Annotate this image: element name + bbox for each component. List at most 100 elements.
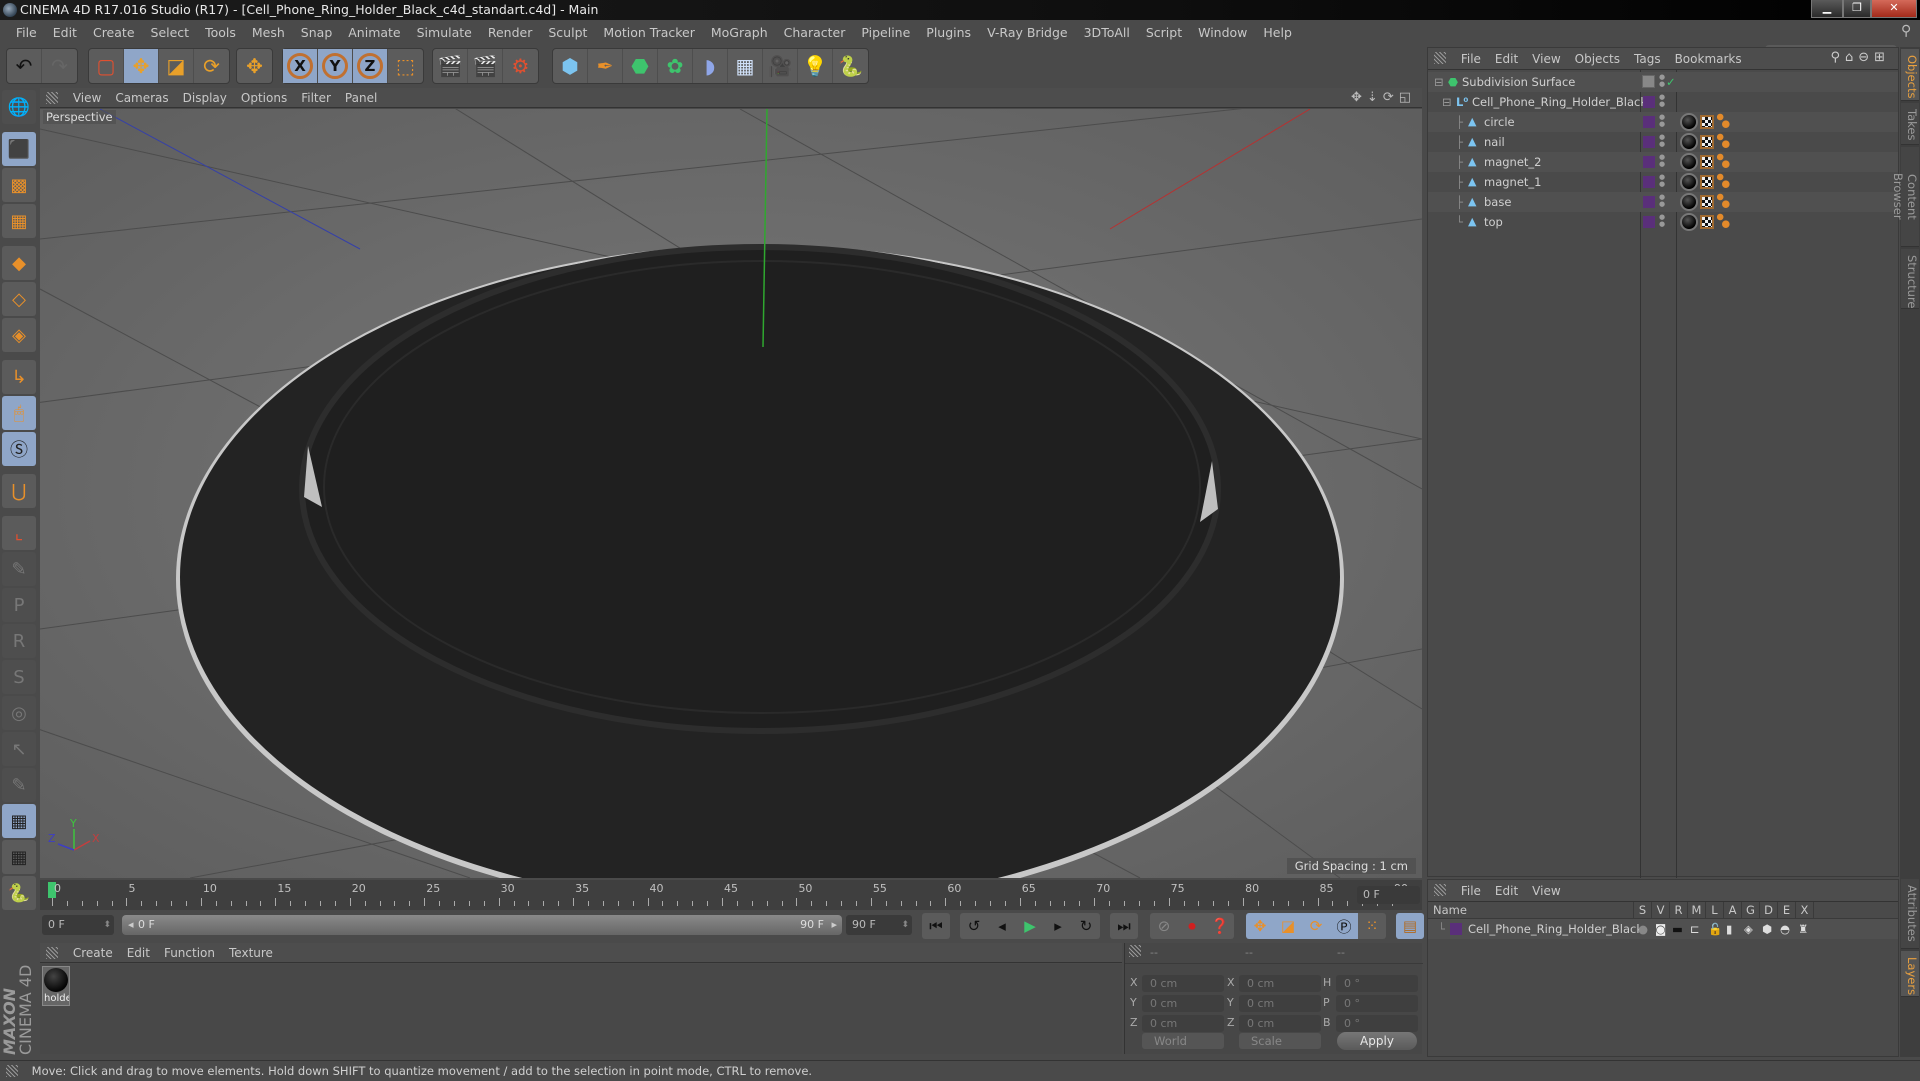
pen-spline-icon[interactable]: ✒ <box>588 49 623 83</box>
menu-character[interactable]: Character <box>776 21 854 45</box>
column-xref[interactable]: X <box>1796 902 1814 918</box>
layer-deformers-icon[interactable]: ⬢ <box>1762 919 1772 939</box>
render-view-icon[interactable]: 🎬 <box>433 49 468 83</box>
menu-window[interactable]: Window <box>1190 21 1255 45</box>
uvw-tag-icon[interactable] <box>1716 133 1730 149</box>
column-view[interactable]: V <box>1652 902 1670 918</box>
layer-expressions-icon[interactable]: ◓ <box>1780 919 1790 939</box>
om-menu-view[interactable]: View <box>1525 48 1567 70</box>
previous-key-icon[interactable]: ↺ <box>960 913 988 939</box>
texture-tag-icon[interactable] <box>1700 195 1714 209</box>
current-frame-field[interactable]: 0 F <box>1357 886 1420 904</box>
coordinate-mode-dropdown[interactable]: World <box>1142 1033 1224 1049</box>
viewport-menu-panel[interactable]: Panel <box>338 88 384 108</box>
layer-animation-icon[interactable]: ▮ <box>1726 919 1732 939</box>
next-key-icon[interactable]: ↻ <box>1072 913 1100 939</box>
undo-icon[interactable]: ↶ <box>7 49 42 83</box>
om-menu-file[interactable]: File <box>1454 48 1488 70</box>
size-z-field[interactable]: 0 cm <box>1239 1015 1321 1032</box>
next-frame-icon[interactable]: ▸ <box>1044 913 1072 939</box>
visibility-dots[interactable]: ● ● <box>1659 74 1665 88</box>
menu-tools[interactable]: Tools <box>197 21 244 45</box>
axis-mode-icon[interactable]: ↳ <box>2 360 36 394</box>
viewport-menu-cameras[interactable]: Cameras <box>108 88 175 108</box>
material-tag-icon[interactable] <box>1680 193 1698 211</box>
rot-p-field[interactable]: 0 ° <box>1336 995 1418 1012</box>
enabled-check-icon[interactable]: ✓ <box>1666 72 1676 92</box>
layer-manager-icon[interactable]: ⊏ <box>1690 919 1700 939</box>
light-icon[interactable]: 💡 <box>798 49 833 83</box>
texture-tag-icon[interactable] <box>1700 155 1714 169</box>
viewport-menu-options[interactable]: Options <box>234 88 294 108</box>
record-keys-icon[interactable]: ⏺ <box>1178 913 1206 939</box>
layer-color-swatch[interactable] <box>1643 136 1655 148</box>
layer-generators-icon[interactable]: ◈ <box>1744 919 1753 939</box>
workplane-icon[interactable]: 🌐 <box>2 90 36 124</box>
start-frame-field[interactable]: 0 F <box>42 915 114 935</box>
key-rotation-icon[interactable]: ⟳ <box>1302 913 1330 939</box>
points-mode-icon[interactable]: ◆ <box>2 246 36 280</box>
layer-xref-icon[interactable]: ♜ <box>1798 919 1808 939</box>
motion-path-icon[interactable]: ⊘ <box>1150 913 1178 939</box>
om-menu-bookmarks[interactable]: Bookmarks <box>1668 48 1749 70</box>
material-tag-icon[interactable] <box>1680 173 1698 191</box>
range-left-arrow-icon[interactable]: ◂ <box>128 915 134 935</box>
xpresso-psr-icon[interactable]: S <box>2 660 36 694</box>
key-pla-icon[interactable]: ⁙ <box>1358 913 1386 939</box>
redo-icon[interactable]: ↷ <box>42 49 77 83</box>
menu-snap[interactable]: Snap <box>293 21 340 45</box>
om-menu-objects[interactable]: Objects <box>1568 48 1627 70</box>
autokey-icon[interactable]: ❓ <box>1206 913 1234 939</box>
xpresso-r-icon[interactable]: R <box>2 624 36 658</box>
goto-start-icon[interactable]: ⏮ <box>922 913 950 939</box>
menu-select[interactable]: Select <box>143 21 198 45</box>
menu-mesh[interactable]: Mesh <box>244 21 293 45</box>
layer-lock-icon[interactable]: 🔓 <box>1708 919 1722 939</box>
layer-view-icon[interactable]: ◙ <box>1655 919 1666 939</box>
visibility-dots[interactable]: ● ● <box>1659 134 1665 148</box>
menu-script[interactable]: Script <box>1138 21 1190 45</box>
material-menu-edit[interactable]: Edit <box>120 943 157 963</box>
maximize-button[interactable]: ❐ <box>1843 0 1871 18</box>
x-axis-lock-button[interactable]: X <box>283 49 318 83</box>
layer-color-swatch[interactable] <box>1643 96 1655 108</box>
menu-edit[interactable]: Edit <box>45 21 85 45</box>
preview-range-slider[interactable]: ◂ 0 F 90 F ▸ <box>122 915 842 935</box>
cloner-icon[interactable]: ✿ <box>658 49 693 83</box>
object-row-nail[interactable]: ├ ▲ nail ● ● <box>1428 132 1898 152</box>
scale-icon[interactable]: ◪ <box>159 49 194 83</box>
layer-color-swatch[interactable] <box>1643 176 1655 188</box>
editor-visibility-icon[interactable] <box>1642 75 1655 88</box>
move-icon[interactable]: ✥ <box>124 49 159 83</box>
apply-button[interactable]: Apply <box>1337 1032 1417 1050</box>
menu-plugins[interactable]: Plugins <box>918 21 979 45</box>
lm-menu-file[interactable]: File <box>1454 880 1488 902</box>
menu-render[interactable]: Render <box>480 21 541 45</box>
om-header-icons[interactable]: ⚲⌂⊖⊞ <box>1830 50 1890 65</box>
menu-3dtoall[interactable]: 3DToAll <box>1076 21 1138 45</box>
polygons-mode-icon[interactable]: ◈ <box>2 318 36 352</box>
cube-icon[interactable]: ⬢ <box>553 49 588 83</box>
layer-color-swatch[interactable] <box>1643 216 1655 228</box>
size-mode-dropdown[interactable]: Scale <box>1239 1033 1321 1049</box>
rotate-icon[interactable]: ⟳ <box>194 49 229 83</box>
texture-tag-icon[interactable] <box>1700 135 1714 149</box>
grid-rotate-icon[interactable]: ▦ <box>2 840 36 874</box>
snap-icon[interactable]: ⋃ <box>2 474 36 508</box>
material-tag-icon[interactable] <box>1680 133 1698 151</box>
xpresso-target-icon[interactable]: ◎ <box>2 696 36 730</box>
xpresso-misc-icon[interactable]: ✎ <box>2 768 36 802</box>
object-row-top[interactable]: └ ▲ top ● ● <box>1428 212 1898 232</box>
material-tag-icon[interactable] <box>1680 113 1698 131</box>
minimize-button[interactable]: ▁ <box>1811 0 1843 18</box>
object-row-cell-phone-ring-holder[interactable]: ⊟ L⁰ Cell_Phone_Ring_Holder_Black ● ● <box>1428 92 1898 112</box>
viewport-menu-display[interactable]: Display <box>176 88 234 108</box>
timeline-window-icon[interactable]: ▤ <box>1396 913 1424 939</box>
z-axis-lock-button[interactable]: Z <box>353 49 388 83</box>
tab-layers[interactable]: Layers <box>1901 951 1919 997</box>
xpresso-pointer-icon[interactable]: ↖ <box>2 732 36 766</box>
panel-grip-icon[interactable] <box>46 947 58 959</box>
tab-structure[interactable]: Structure <box>1901 249 1919 309</box>
layer-color-swatch[interactable] <box>1643 156 1655 168</box>
panel-grip-icon[interactable] <box>1129 945 1141 957</box>
